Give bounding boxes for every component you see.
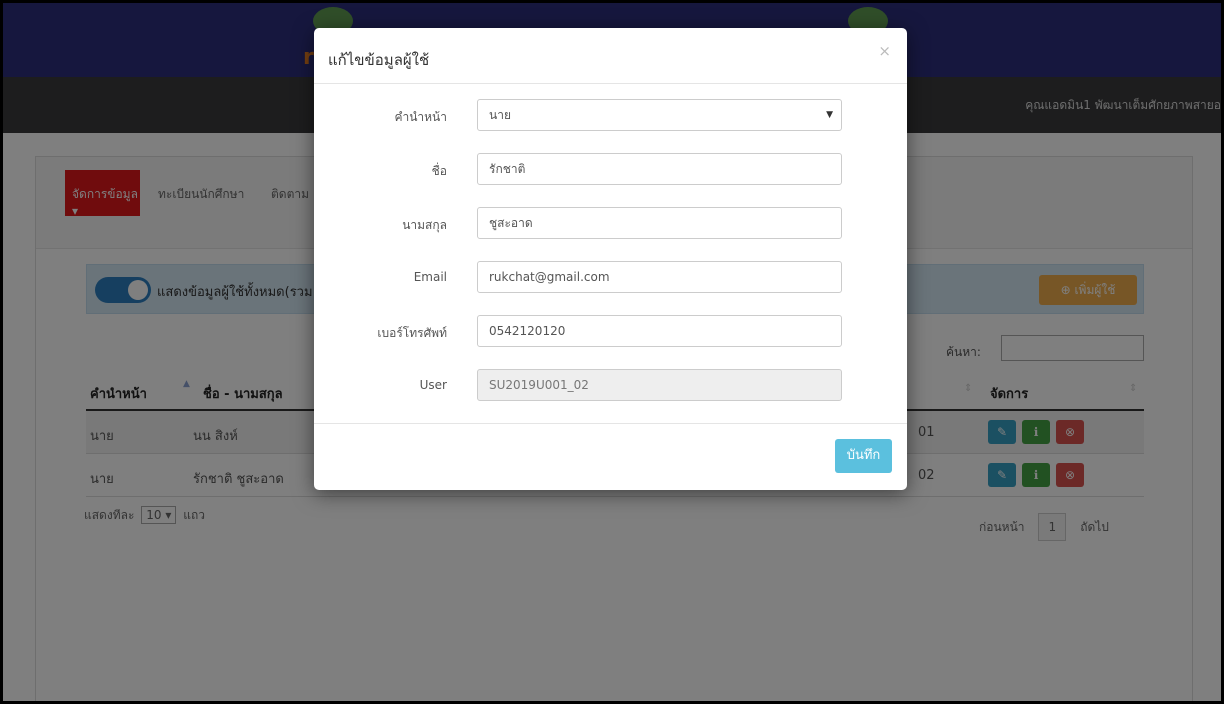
chevron-down-icon: ▼	[826, 110, 833, 120]
prefix-value: นาย	[489, 108, 511, 122]
user-label: User	[419, 378, 447, 392]
email-label: Email	[413, 270, 447, 284]
save-button[interactable]: บันทึก	[835, 439, 892, 473]
modal-body: คำนำหน้า นาย ▼ ชื่อ รักชาติ นามสกุล ชูสะ…	[314, 84, 907, 424]
close-icon[interactable]: ×	[878, 42, 891, 60]
email-field[interactable]: rukchat@gmail.com	[477, 261, 842, 293]
phone-input[interactable]: 0542120120	[477, 315, 842, 347]
first-name-input[interactable]: รักชาติ	[477, 153, 842, 185]
modal-title: แก้ไขข้อมูลผู้ใช้	[328, 51, 430, 69]
phone-label: เบอร์โทรศัพท์	[377, 326, 447, 340]
last-name-label: นามสกุล	[402, 218, 447, 232]
last-name-input[interactable]: ชูสะอาด	[477, 207, 842, 239]
user-field-readonly: SU2019U001_02	[477, 369, 842, 401]
modal-header: แก้ไขข้อมูลผู้ใช้ ×	[314, 28, 907, 84]
first-name-label: ชื่อ	[431, 164, 447, 178]
prefix-select[interactable]: นาย ▼	[477, 99, 842, 131]
edit-user-modal: แก้ไขข้อมูลผู้ใช้ × คำนำหน้า นาย ▼ ชื่อ …	[314, 28, 907, 490]
prefix-label: คำนำหน้า	[394, 110, 447, 124]
